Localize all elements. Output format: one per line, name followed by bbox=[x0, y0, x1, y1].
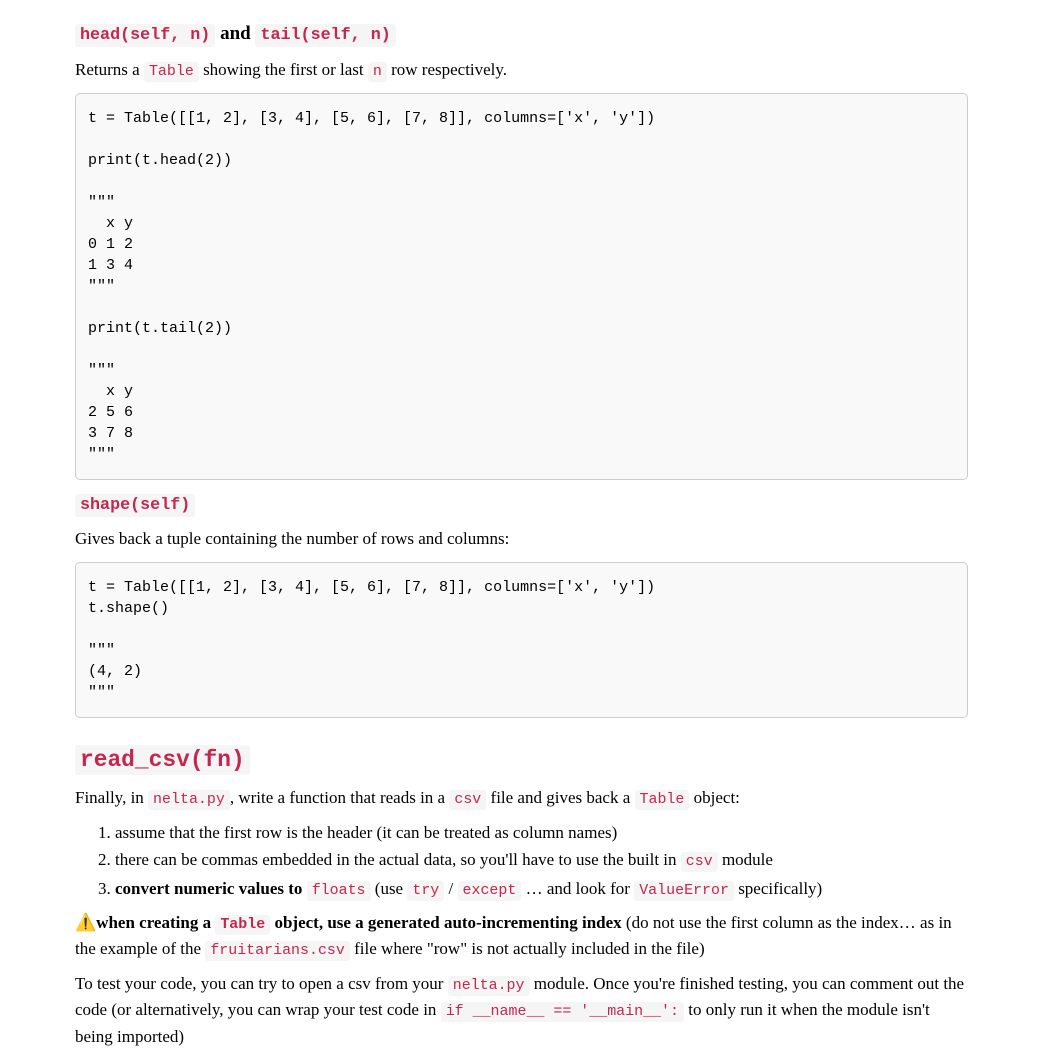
text-fragment: To test your code, you can try to open a… bbox=[75, 974, 448, 993]
text-fragment: … and look for bbox=[521, 879, 634, 898]
text-fragment: Returns a bbox=[75, 60, 144, 79]
text-fragment: there can be commas embedded in the actu… bbox=[115, 850, 681, 869]
heading-and-text: and bbox=[215, 23, 255, 44]
inline-code-csv: csv bbox=[449, 790, 486, 810]
text-fragment: row respectively. bbox=[387, 60, 507, 79]
list-item: there can be commas embedded in the actu… bbox=[115, 847, 968, 873]
text-fragment: file where "row" is not actually include… bbox=[350, 939, 705, 958]
warning-icon: ⚠️ bbox=[75, 913, 96, 932]
para-test-instructions: To test your code, you can try to open a… bbox=[75, 971, 968, 1049]
text-fragment: object: bbox=[689, 788, 740, 807]
code-block-shape: t = Table([[1, 2], [3, 4], [5, 6], [7, 8… bbox=[75, 562, 968, 718]
section-heading-head-tail: head(self, n) and tail(self, n) bbox=[75, 20, 968, 49]
text-fragment: module bbox=[718, 850, 773, 869]
heading-code-head: head(self, n) bbox=[75, 24, 215, 47]
para-shape: Gives back a tuple containing the number… bbox=[75, 526, 968, 552]
list-item: convert numeric values to floats (use tr… bbox=[115, 876, 968, 902]
text-fragment: object, use a generated auto-incrementin… bbox=[270, 913, 621, 932]
para-readcsv-intro: Finally, in nelta.py, write a function t… bbox=[75, 785, 968, 811]
text-fragment: when creating a bbox=[96, 913, 215, 932]
text-fragment: , write a function that reads in a bbox=[230, 788, 450, 807]
list-item: assume that the first row is the header … bbox=[115, 820, 968, 846]
text-fragment: showing the first or last bbox=[199, 60, 368, 79]
inline-code-try: try bbox=[407, 881, 444, 901]
inline-code-neltapy: nelta.py bbox=[448, 976, 530, 996]
para-warning: ⚠️when creating a Table object, use a ge… bbox=[75, 910, 968, 963]
text-fragment: (use bbox=[371, 879, 408, 898]
bold-text: when creating a Table object, use a gene… bbox=[96, 913, 621, 932]
readcsv-list: assume that the first row is the header … bbox=[75, 820, 968, 902]
inline-code-valueerror: ValueError bbox=[634, 881, 734, 901]
para-head-tail: Returns a Table showing the first or las… bbox=[75, 57, 968, 83]
code-block-head-tail: t = Table([[1, 2], [3, 4], [5, 6], [7, 8… bbox=[75, 93, 968, 480]
inline-code-fruitarians: fruitarians.csv bbox=[205, 941, 350, 961]
inline-code-table: Table bbox=[215, 915, 270, 935]
text-fragment: / bbox=[444, 879, 457, 898]
inline-code-floats: floats bbox=[307, 881, 371, 901]
inline-code-table: Table bbox=[635, 790, 690, 810]
inline-code-n: n bbox=[368, 62, 387, 82]
inline-code-neltapy: nelta.py bbox=[148, 790, 230, 810]
heading-code-shape: shape(self) bbox=[75, 494, 195, 517]
inline-code-csv: csv bbox=[681, 852, 718, 872]
text-fragment: file and gives back a bbox=[486, 788, 634, 807]
section-heading-shape: shape(self) bbox=[75, 490, 968, 519]
text-fragment: specifically) bbox=[734, 879, 822, 898]
section-heading-readcsv: read_csv(fn) bbox=[75, 738, 968, 777]
inline-code-except: except bbox=[458, 881, 522, 901]
bold-text: convert numeric values to bbox=[115, 879, 307, 898]
inline-code-table: Table bbox=[144, 62, 199, 82]
heading-code-tail: tail(self, n) bbox=[255, 24, 395, 47]
inline-code-ifmain: if __name__ == '__main__': bbox=[441, 1002, 684, 1022]
heading-code-readcsv: read_csv(fn) bbox=[75, 745, 250, 775]
text-fragment: Finally, in bbox=[75, 788, 148, 807]
